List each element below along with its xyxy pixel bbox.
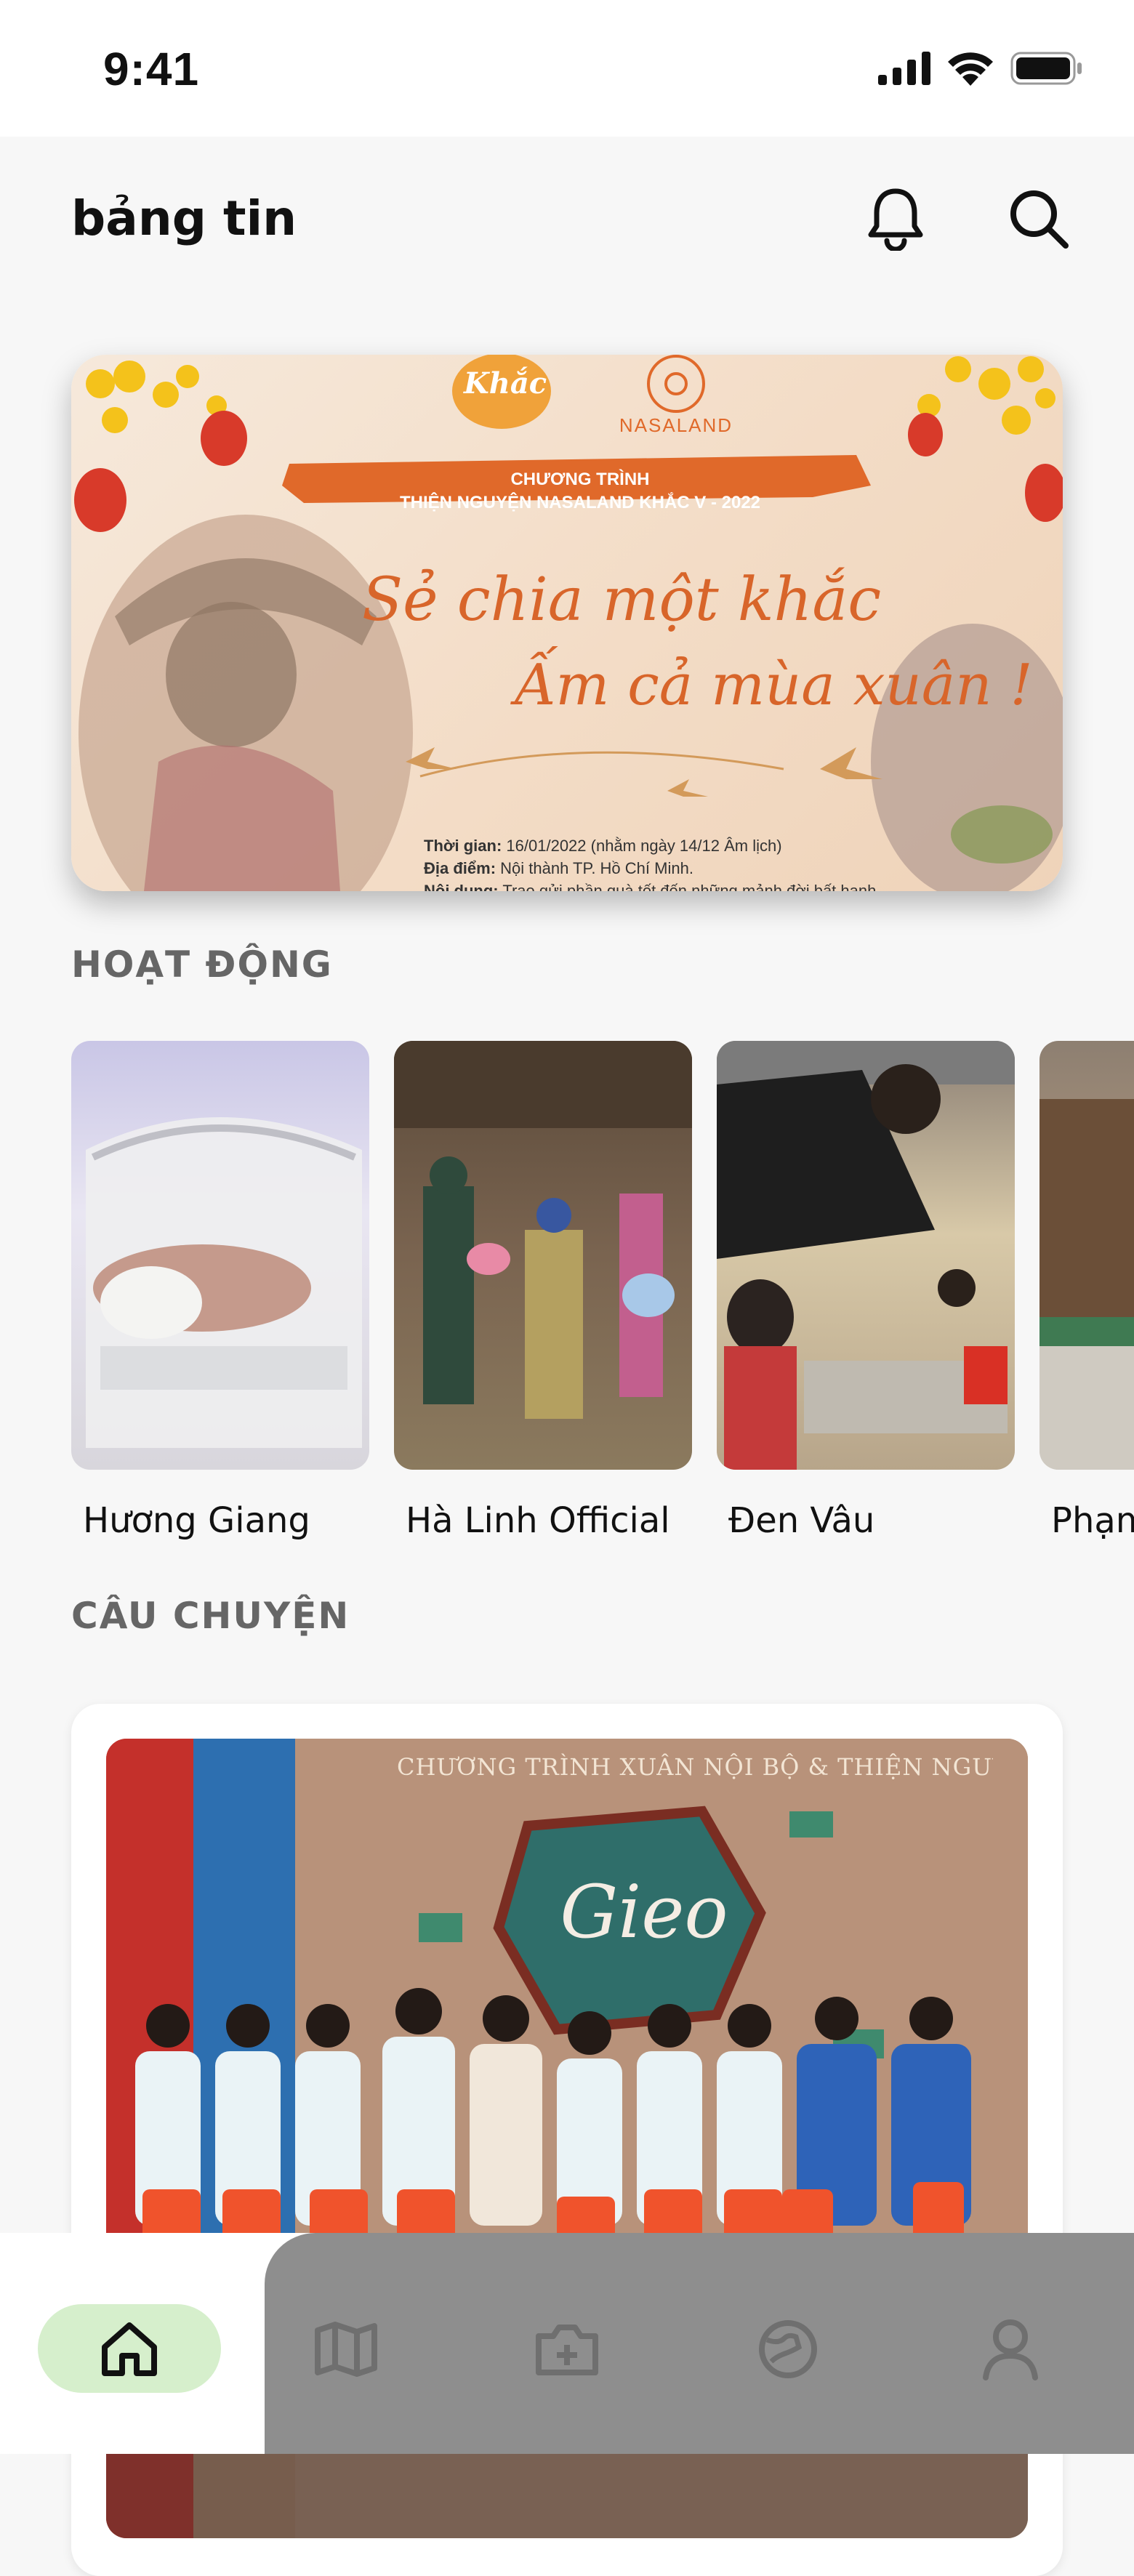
banner-time-label: Thời gian: bbox=[424, 837, 502, 855]
banner-content-value: Trao gửi phần quà tết đến những mảnh đời… bbox=[502, 882, 877, 891]
bottom-navigation bbox=[0, 2233, 1134, 2454]
activities-carousel[interactable]: Hương Giang Hà Linh Official Đen Vâu Phạ… bbox=[71, 1041, 1134, 1564]
banner-brand: NASALAND bbox=[619, 414, 733, 436]
bell-icon bbox=[868, 188, 923, 251]
status-icons bbox=[878, 51, 1083, 86]
story-photo-banner-text: CHƯƠNG TRÌNH XUÂN NỘI BỘ & THIỆN NGUYỆN … bbox=[397, 1753, 993, 1781]
activity-photo bbox=[1040, 1041, 1134, 1470]
activity-name: Hà Linh Official bbox=[406, 1500, 670, 1541]
activity-card[interactable]: Phạm bbox=[1040, 1041, 1134, 1541]
activity-photo bbox=[71, 1041, 369, 1470]
banner-time-value: 16/01/2022 (nhằm ngày 14/12 Âm lịch) bbox=[506, 837, 782, 855]
globe-icon bbox=[759, 2320, 817, 2378]
page-title: bảng tin bbox=[71, 190, 297, 246]
banner-headline-1: Sẻ chia một khắc bbox=[362, 565, 882, 635]
nav-map-button[interactable] bbox=[302, 2306, 390, 2393]
activity-name: Phạm bbox=[1051, 1500, 1134, 1541]
wifi-icon bbox=[948, 52, 993, 86]
activity-photo bbox=[394, 1041, 692, 1470]
nav-globe-button[interactable] bbox=[744, 2306, 832, 2393]
battery-icon bbox=[1010, 52, 1082, 85]
banner-details: Thời gian: 16/01/2022 (nhằm ngày 14/12 Â… bbox=[424, 834, 876, 891]
add-photo-icon bbox=[536, 2325, 598, 2375]
nav-home-button[interactable] bbox=[38, 2304, 221, 2393]
banner-headline-2: Ấm cả mùa xuân ! bbox=[515, 653, 1033, 718]
cellular-signal-icon bbox=[878, 52, 930, 85]
status-bar: 9:41 bbox=[0, 0, 1134, 137]
home-icon bbox=[102, 2322, 157, 2376]
activity-card[interactable]: Hương Giang bbox=[71, 1041, 369, 1541]
activity-card[interactable]: Hà Linh Official bbox=[394, 1041, 692, 1541]
activity-photo bbox=[717, 1041, 1015, 1470]
banner-content-label: Nội dung: bbox=[424, 882, 499, 891]
search-icon bbox=[1010, 190, 1069, 249]
banner-place-label: Địa điểm: bbox=[424, 859, 496, 877]
notification-button[interactable] bbox=[859, 182, 932, 254]
section-title-stories: CÂU CHUYỆN bbox=[71, 1595, 350, 1637]
nav-profile-button[interactable] bbox=[967, 2306, 1054, 2393]
status-time: 9:41 bbox=[103, 43, 200, 95]
story-photo-sign: Gieo bbox=[560, 1869, 728, 1955]
banner-place-value: Nội thành TP. Hồ Chí Minh. bbox=[500, 859, 693, 877]
map-icon bbox=[315, 2322, 377, 2377]
activity-name: Đen Vâu bbox=[728, 1500, 875, 1541]
activity-card[interactable]: Đen Vâu bbox=[717, 1041, 1015, 1541]
profile-icon bbox=[983, 2319, 1038, 2380]
banner-program-line1: CHƯƠNG TRÌNH bbox=[510, 470, 650, 489]
section-title-activities: HOẠT ĐỘNG bbox=[71, 943, 333, 986]
nav-add-photo-button[interactable] bbox=[523, 2306, 611, 2393]
banner-program-line2: THIỆN NGUYỆN NASALAND KHẮC V - 2022 bbox=[399, 493, 761, 512]
activity-name: Hương Giang bbox=[83, 1500, 310, 1541]
banner-badge: Khắc bbox=[464, 366, 547, 401]
featured-banner[interactable]: Khắc NASALAND CHƯƠNG TRÌNH THIỆN NGUYỆN … bbox=[71, 355, 1063, 891]
search-button[interactable] bbox=[1002, 182, 1074, 254]
